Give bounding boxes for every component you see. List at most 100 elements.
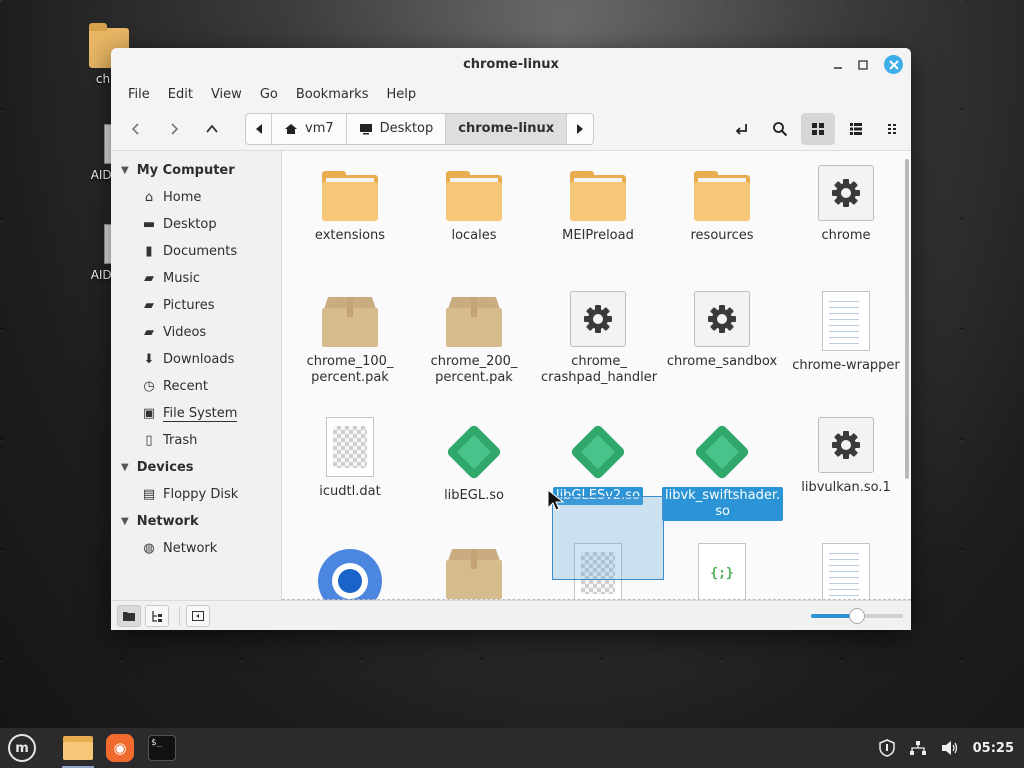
file-item[interactable]: chrome_200_ percent.pak bbox=[414, 291, 534, 387]
sidebar-item-network[interactable]: ◍ Network bbox=[111, 535, 281, 562]
zoom-slider-handle[interactable] bbox=[849, 608, 865, 624]
file-item[interactable]: libvk_swiftshader. so bbox=[662, 417, 784, 521]
sidebar-section-devices[interactable]: ▼ Devices bbox=[111, 454, 281, 481]
binary-file-icon bbox=[326, 417, 374, 477]
list-view-button[interactable] bbox=[839, 113, 873, 145]
show-treeview-button[interactable] bbox=[145, 604, 169, 627]
home-icon bbox=[285, 123, 297, 134]
file-item[interactable]: chrome bbox=[786, 165, 906, 245]
menu-file[interactable]: File bbox=[119, 87, 159, 102]
sidebar-item-label: Recent bbox=[163, 379, 208, 394]
file-item[interactable]: locales bbox=[414, 165, 534, 245]
close-icon bbox=[888, 59, 899, 70]
show-places-button[interactable] bbox=[117, 604, 141, 627]
desktop-icon bbox=[359, 123, 372, 134]
desktop-icon: ▬ bbox=[142, 217, 156, 232]
file-item[interactable]: resources bbox=[662, 165, 782, 245]
vertical-scrollbar[interactable] bbox=[905, 159, 909, 479]
file-grid[interactable]: extensions locales MEIPreload resources chro… bbox=[282, 151, 911, 600]
file-item[interactable] bbox=[290, 543, 410, 600]
menu-view[interactable]: View bbox=[202, 87, 251, 102]
shield-icon[interactable] bbox=[878, 739, 895, 757]
menu-help[interactable]: Help bbox=[377, 87, 425, 102]
file-item[interactable]: extensions bbox=[290, 165, 410, 245]
videos-folder-icon: ▰ bbox=[144, 325, 154, 340]
executable-gear-icon bbox=[570, 291, 626, 347]
file-name-label: resources bbox=[690, 228, 754, 243]
sidebar-item-desktop[interactable]: ▬ Desktop bbox=[111, 211, 281, 238]
sidebar-toggle-icon bbox=[192, 610, 204, 621]
file-item[interactable]: libEGL.so bbox=[414, 417, 534, 505]
text-file-icon bbox=[822, 291, 870, 351]
up-button[interactable] bbox=[197, 114, 227, 144]
maximize-button[interactable] bbox=[854, 56, 872, 74]
close-button[interactable] bbox=[884, 55, 903, 74]
mint-menu-button[interactable]: m bbox=[2, 728, 42, 768]
file-item[interactable] bbox=[414, 543, 534, 599]
icon-view-button[interactable] bbox=[801, 113, 835, 145]
sidebar-item-documents[interactable]: ▮ Documents bbox=[111, 238, 281, 265]
file-item[interactable]: MEIPreload bbox=[538, 165, 658, 245]
zoom-slider[interactable] bbox=[811, 608, 903, 624]
menu-go[interactable]: Go bbox=[251, 87, 287, 102]
toolbar: vm7 Desktop chrome-linux bbox=[111, 107, 911, 151]
hide-sidebar-button[interactable] bbox=[186, 604, 210, 627]
minimize-button[interactable] bbox=[829, 56, 847, 74]
forward-button[interactable] bbox=[159, 114, 189, 144]
sidebar-section-network[interactable]: ▼ Network bbox=[111, 508, 281, 535]
breadcrumb-chrome-linux[interactable]: chrome-linux bbox=[446, 113, 568, 144]
taskbar-firefox[interactable]: ◉ bbox=[100, 728, 140, 768]
file-item[interactable]: {;} bbox=[662, 543, 782, 600]
volume-icon[interactable] bbox=[941, 740, 959, 756]
sidebar-item-home[interactable]: ⌂ Home bbox=[111, 184, 281, 211]
taskbar: m ◉ $_ 05:25 bbox=[0, 728, 1024, 768]
file-item[interactable]: icudtl.dat bbox=[290, 417, 410, 501]
breadcrumb-right-arrow[interactable] bbox=[567, 114, 593, 144]
file-name-label: chrome bbox=[821, 228, 871, 243]
sidebar-item-label: Trash bbox=[163, 433, 198, 448]
view-controls bbox=[721, 113, 911, 145]
compact-grid-icon bbox=[888, 124, 896, 134]
menu-bookmarks[interactable]: Bookmarks bbox=[287, 87, 378, 102]
sidebar-item-label: Downloads bbox=[163, 352, 235, 367]
list-icon bbox=[850, 123, 862, 135]
up-arrow-icon bbox=[206, 124, 218, 133]
folder-icon bbox=[570, 171, 626, 221]
sidebar-item-pictures[interactable]: ▰ Pictures bbox=[111, 292, 281, 319]
section-title: Devices bbox=[136, 460, 194, 475]
compact-view-button[interactable] bbox=[877, 113, 911, 145]
pictures-folder-icon: ▰ bbox=[144, 298, 154, 313]
chevron-left-icon bbox=[255, 123, 262, 134]
file-item[interactable]: chrome_100_ percent.pak bbox=[290, 291, 410, 387]
file-item[interactable]: chrome-wrapper bbox=[786, 291, 906, 375]
file-name-label: libvulkan.so.1 bbox=[801, 480, 891, 495]
clock[interactable]: 05:25 bbox=[973, 741, 1014, 756]
search-button[interactable] bbox=[763, 113, 797, 145]
sidebar-item-music[interactable]: ▰ Music bbox=[111, 265, 281, 292]
sidebar-section-my-computer[interactable]: ▼ My Computer bbox=[111, 157, 281, 184]
file-item[interactable]: chrome_ crashpad_handler bbox=[538, 291, 658, 387]
file-item[interactable] bbox=[786, 543, 906, 600]
sidebar-item-recent[interactable]: ◷ Recent bbox=[111, 373, 281, 400]
breadcrumb-desktop[interactable]: Desktop bbox=[347, 113, 447, 144]
sidebar-item-floppy-disk[interactable]: ▤ Floppy Disk bbox=[111, 481, 281, 508]
file-item[interactable]: libvulkan.so.1 bbox=[786, 417, 906, 497]
breadcrumb-left-arrow[interactable] bbox=[246, 113, 272, 144]
titlebar[interactable]: chrome-linux bbox=[111, 48, 911, 81]
sidebar-item-trash[interactable]: ▯ Trash bbox=[111, 427, 281, 454]
home-icon: ⌂ bbox=[144, 190, 154, 205]
back-button[interactable] bbox=[121, 114, 151, 144]
executable-gear-icon bbox=[818, 417, 874, 473]
mouse-cursor-icon bbox=[547, 489, 565, 511]
statusbar bbox=[111, 600, 911, 630]
sidebar-item-file-system[interactable]: ▣ File System bbox=[111, 400, 281, 427]
file-item[interactable]: chrome_sandbox bbox=[662, 291, 782, 371]
sidebar-item-downloads[interactable]: ⬇ Downloads bbox=[111, 346, 281, 373]
taskbar-terminal[interactable]: $_ bbox=[142, 728, 182, 768]
network-icon[interactable] bbox=[909, 740, 927, 756]
taskbar-file-manager[interactable] bbox=[58, 728, 98, 768]
toggle-location-button[interactable] bbox=[725, 113, 759, 145]
sidebar-item-videos[interactable]: ▰ Videos bbox=[111, 319, 281, 346]
breadcrumb-vm7[interactable]: vm7 bbox=[272, 113, 347, 144]
menu-edit[interactable]: Edit bbox=[159, 87, 202, 102]
